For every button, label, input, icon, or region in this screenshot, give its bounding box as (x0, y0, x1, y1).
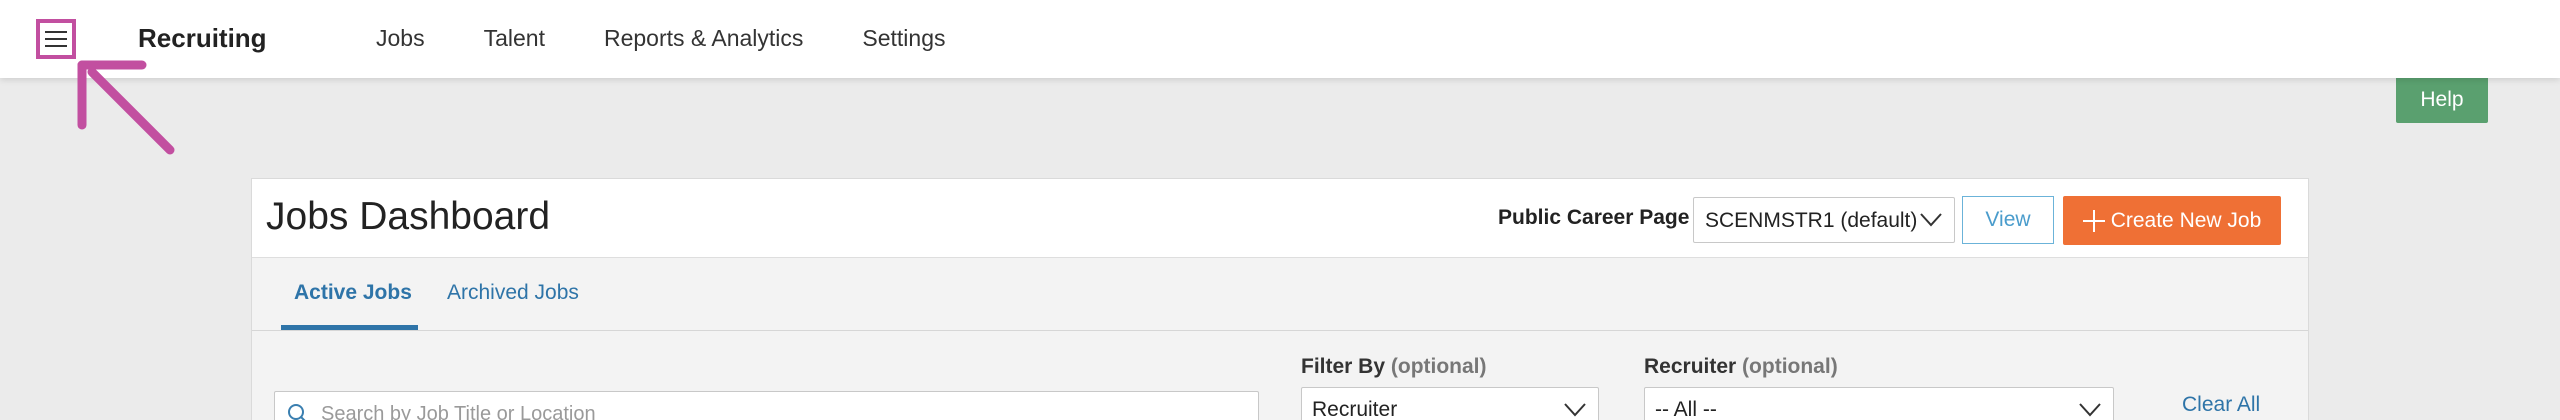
filter-by-value: Recruiter (1312, 398, 1398, 420)
search-icon (288, 404, 306, 420)
recruiter-select[interactable]: -- All -- (1644, 387, 2114, 420)
view-button[interactable]: View (1962, 196, 2054, 244)
job-tabs: Active Jobs Archived Jobs (252, 259, 2308, 331)
nav-item-settings[interactable]: Settings (862, 25, 945, 52)
chevron-down-icon (1920, 213, 1942, 227)
help-button[interactable]: Help (2396, 76, 2488, 123)
tab-archived-jobs[interactable]: Archived Jobs (447, 281, 579, 305)
plus-icon (2082, 209, 2105, 232)
career-page-label: Public Career Page (1498, 206, 1690, 229)
filter-by-label: Filter By (optional) (1301, 355, 1487, 378)
career-page-value: SCENMSTR1 (default) (1705, 209, 1918, 232)
create-new-job-label: Create New Job (2110, 208, 2262, 232)
jobs-dashboard-card: Jobs Dashboard Public Career Page SCENMS… (251, 178, 2309, 420)
job-search-field[interactable] (274, 391, 1259, 420)
nav-item-reports-analytics[interactable]: Reports & Analytics (604, 25, 803, 52)
clear-all-link[interactable]: Clear All (2182, 393, 2260, 417)
hamburger-menu-icon[interactable] (36, 19, 76, 59)
page-title: Jobs Dashboard (266, 195, 551, 238)
annotation-arrow-icon (77, 60, 175, 155)
nav-item-jobs[interactable]: Jobs (376, 25, 425, 52)
top-navigation-bar: Recruiting Jobs Talent Reports & Analyti… (0, 0, 2560, 78)
active-tab-indicator (281, 325, 418, 330)
recruiter-value: -- All -- (1655, 398, 1717, 420)
dashboard-header: Jobs Dashboard Public Career Page SCENMS… (252, 179, 2308, 258)
recruiter-label: Recruiter (optional) (1644, 355, 1838, 378)
main-nav: Jobs Talent Reports & Analytics Settings (376, 25, 1005, 52)
create-new-job-button[interactable]: Create New Job (2063, 196, 2281, 245)
career-page-select[interactable]: SCENMSTR1 (default) (1693, 197, 1955, 243)
chevron-down-icon (2079, 403, 2101, 417)
app-brand: Recruiting (138, 23, 267, 53)
job-search-input[interactable] (321, 400, 1241, 420)
filter-by-select[interactable]: Recruiter (1301, 387, 1599, 420)
nav-item-talent[interactable]: Talent (484, 25, 545, 52)
tab-active-jobs[interactable]: Active Jobs (294, 281, 412, 305)
chevron-down-icon (1564, 403, 1586, 417)
